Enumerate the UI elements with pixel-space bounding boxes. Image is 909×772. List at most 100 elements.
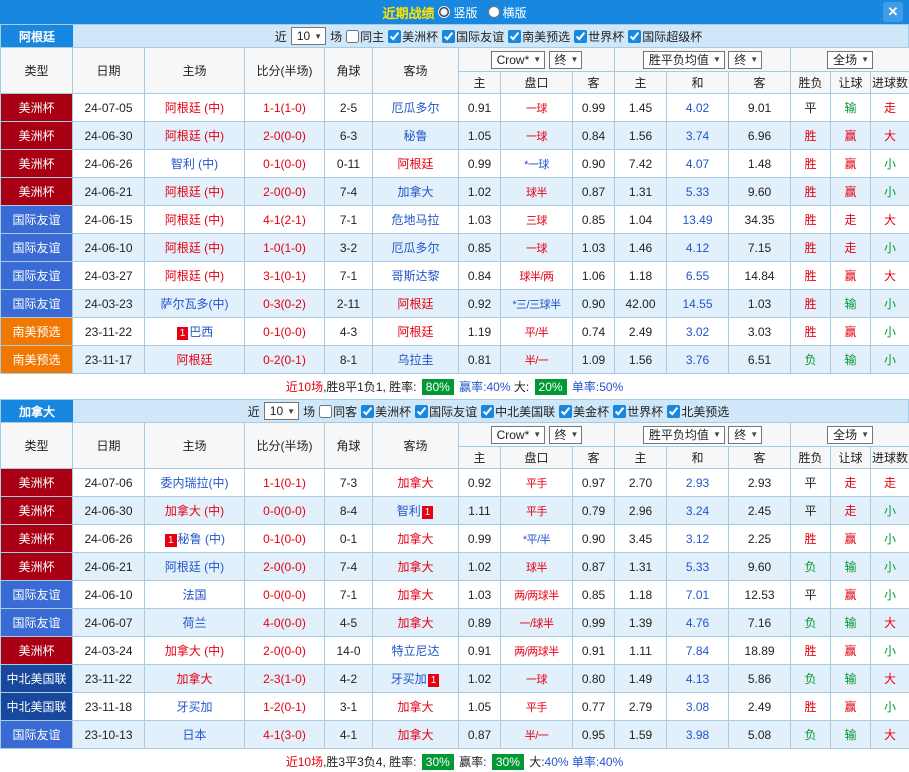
recent-count-select[interactable]: 10▼ xyxy=(264,402,299,420)
competition-type-cell[interactable]: 国际友谊 xyxy=(1,609,73,637)
competition-type-cell[interactable]: 国际友谊 xyxy=(1,721,73,749)
competition-filter-option[interactable]: 南美预选 xyxy=(508,28,570,45)
home-team-link[interactable]: 荷兰 xyxy=(182,616,206,630)
avg-final-select[interactable]: 终▼ xyxy=(728,426,762,444)
score-link[interactable]: 4-0(0-0) xyxy=(245,609,325,637)
score-link[interactable]: 4-1(3-0) xyxy=(245,721,325,749)
close-button[interactable]: ✕ xyxy=(883,2,903,22)
competition-type-cell[interactable]: 国际友谊 xyxy=(1,234,73,262)
layout-radio[interactable] xyxy=(488,6,500,18)
competition-filter-option[interactable]: 美洲杯 xyxy=(388,28,438,45)
away-team-link[interactable]: 阿根廷 xyxy=(397,297,433,311)
competition-checkbox[interactable] xyxy=(388,30,401,43)
odds-final-select[interactable]: 终▼ xyxy=(549,426,583,444)
competition-type-cell[interactable]: 美洲杯 xyxy=(1,553,73,581)
score-link[interactable]: 2-0(0-0) xyxy=(245,553,325,581)
layout-radio-option[interactable]: 竖版 xyxy=(438,4,477,21)
home-team-link[interactable]: 法国 xyxy=(182,588,206,602)
avg-odds-select[interactable]: 胜平负均值▼ xyxy=(643,51,725,69)
competition-type-cell[interactable]: 美洲杯 xyxy=(1,637,73,665)
competition-type-cell[interactable]: 美洲杯 xyxy=(1,122,73,150)
score-link[interactable]: 1-1(0-1) xyxy=(245,469,325,497)
competition-filter-option[interactable]: 美洲杯 xyxy=(361,403,411,420)
away-team-link[interactable]: 哥斯达黎 xyxy=(391,269,439,283)
competition-type-cell[interactable]: 美洲杯 xyxy=(1,497,73,525)
score-link[interactable]: 0-1(0-0) xyxy=(245,318,325,346)
competition-filter-option[interactable]: 世界杯 xyxy=(613,403,663,420)
away-team-link[interactable]: 加拿大 xyxy=(397,588,433,602)
competition-filter-option[interactable]: 美金杯 xyxy=(559,403,609,420)
away-team-link[interactable]: 厄瓜多尔 xyxy=(391,241,439,255)
score-link[interactable]: 0-0(0-0) xyxy=(245,497,325,525)
recent-count-select[interactable]: 10▼ xyxy=(291,27,326,45)
away-team-link[interactable]: 特立尼达 xyxy=(391,644,439,658)
score-link[interactable]: 0-2(0-1) xyxy=(245,346,325,374)
score-link[interactable]: 2-3(1-0) xyxy=(245,665,325,693)
competition-type-cell[interactable]: 南美预选 xyxy=(1,346,73,374)
home-team-link[interactable]: 阿根廷 (中) xyxy=(165,101,224,115)
away-team-link[interactable]: 加拿大 xyxy=(397,728,433,742)
competition-type-cell[interactable]: 美洲杯 xyxy=(1,525,73,553)
competition-checkbox[interactable] xyxy=(667,405,680,418)
score-link[interactable]: 1-2(0-1) xyxy=(245,693,325,721)
competition-checkbox[interactable] xyxy=(613,405,626,418)
away-team-link[interactable]: 加拿大 xyxy=(397,700,433,714)
competition-type-cell[interactable]: 中北美国联 xyxy=(1,665,73,693)
avg-odds-select[interactable]: 胜平负均值▼ xyxy=(643,426,725,444)
home-team-link[interactable]: 阿根廷 (中) xyxy=(165,129,224,143)
home-team-link[interactable]: 阿根廷 (中) xyxy=(165,241,224,255)
avg-final-select[interactable]: 终▼ xyxy=(728,51,762,69)
home-team-link[interactable]: 阿根廷 xyxy=(176,353,212,367)
away-team-link[interactable]: 牙买加 xyxy=(391,672,427,686)
fullmatch-select[interactable]: 全场▼ xyxy=(827,426,873,444)
competition-checkbox[interactable] xyxy=(559,405,572,418)
away-team-link[interactable]: 阿根廷 xyxy=(397,157,433,171)
competition-checkbox[interactable] xyxy=(481,405,494,418)
home-team-link[interactable]: 加拿大 (中) xyxy=(165,644,224,658)
competition-type-cell[interactable]: 南美预选 xyxy=(1,318,73,346)
competition-checkbox[interactable] xyxy=(415,405,428,418)
layout-radio-option[interactable]: 横版 xyxy=(488,4,527,21)
away-team-link[interactable]: 加拿大 xyxy=(397,560,433,574)
home-team-link[interactable]: 智利 (中) xyxy=(171,157,218,171)
fullmatch-select[interactable]: 全场▼ xyxy=(827,51,873,69)
competition-checkbox[interactable] xyxy=(508,30,521,43)
competition-checkbox[interactable] xyxy=(574,30,587,43)
home-team-link[interactable]: 阿根廷 (中) xyxy=(165,269,224,283)
score-link[interactable]: 4-1(2-1) xyxy=(245,206,325,234)
score-link[interactable]: 0-1(0-0) xyxy=(245,525,325,553)
home-team-link[interactable]: 牙买加 xyxy=(176,700,212,714)
away-team-link[interactable]: 危地马拉 xyxy=(391,213,439,227)
competition-type-cell[interactable]: 国际友谊 xyxy=(1,262,73,290)
away-team-link[interactable]: 秘鲁 xyxy=(403,129,427,143)
competition-checkbox[interactable] xyxy=(442,30,455,43)
away-team-link[interactable]: 乌拉圭 xyxy=(397,353,433,367)
home-team-link[interactable]: 加拿大 xyxy=(176,672,212,686)
competition-type-cell[interactable]: 美洲杯 xyxy=(1,178,73,206)
away-team-link[interactable]: 加拿大 xyxy=(397,532,433,546)
competition-filter-option[interactable]: 国际友谊 xyxy=(442,28,504,45)
competition-filter-option[interactable]: 国际友谊 xyxy=(415,403,477,420)
home-team-link[interactable]: 秘鲁 (中) xyxy=(178,532,225,546)
score-link[interactable]: 1-1(1-0) xyxy=(245,94,325,122)
competition-type-cell[interactable]: 美洲杯 xyxy=(1,469,73,497)
competition-checkbox[interactable] xyxy=(361,405,374,418)
score-link[interactable]: 2-0(0-0) xyxy=(245,178,325,206)
competition-type-cell[interactable]: 国际友谊 xyxy=(1,290,73,318)
away-team-link[interactable]: 加拿大 xyxy=(397,476,433,490)
competition-filter-option[interactable]: 世界杯 xyxy=(574,28,624,45)
score-link[interactable]: 2-0(0-0) xyxy=(245,122,325,150)
competition-type-cell[interactable]: 美洲杯 xyxy=(1,150,73,178)
competition-filter-option[interactable]: 同客 xyxy=(319,403,357,420)
competition-checkbox[interactable] xyxy=(346,30,359,43)
score-link[interactable]: 0-0(0-0) xyxy=(245,581,325,609)
competition-type-cell[interactable]: 美洲杯 xyxy=(1,94,73,122)
competition-type-cell[interactable]: 国际友谊 xyxy=(1,581,73,609)
score-link[interactable]: 3-1(0-1) xyxy=(245,262,325,290)
away-team-link[interactable]: 加拿大 xyxy=(397,616,433,630)
score-link[interactable]: 2-0(0-0) xyxy=(245,637,325,665)
competition-type-cell[interactable]: 中北美国联 xyxy=(1,693,73,721)
score-link[interactable]: 0-1(0-0) xyxy=(245,150,325,178)
score-link[interactable]: 0-3(0-2) xyxy=(245,290,325,318)
layout-radio[interactable] xyxy=(438,6,450,18)
